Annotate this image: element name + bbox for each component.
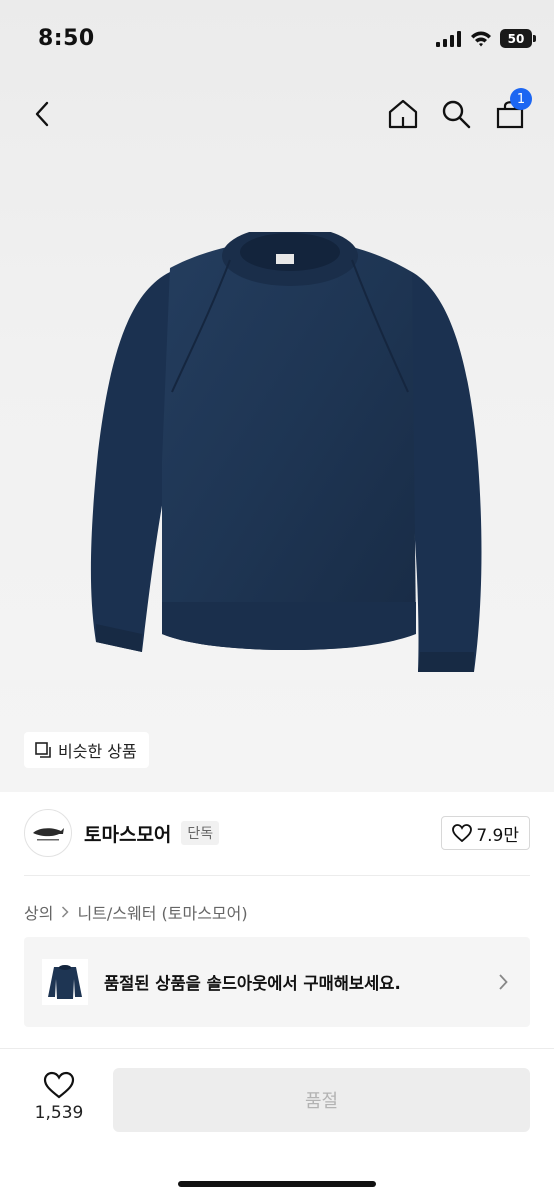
brand-logo[interactable] [24, 809, 72, 857]
soldout-thumbnail [42, 959, 88, 1005]
home-icon [388, 99, 418, 129]
search-button[interactable] [434, 92, 478, 136]
wishlist-count: 1,539 [34, 1103, 84, 1123]
product-image[interactable] [90, 232, 490, 692]
battery-icon: 50 [500, 29, 536, 48]
wifi-icon [471, 31, 491, 46]
chevron-right-icon [499, 974, 508, 990]
breadcrumb: 상의 니트/스웨터 (토마스모어) [24, 900, 248, 924]
home-button[interactable] [381, 92, 425, 136]
breadcrumb-category[interactable]: 상의 [24, 900, 53, 924]
exclusive-badge: 단독 [181, 821, 220, 845]
brand-name[interactable]: 토마스모어 [84, 820, 171, 847]
chevron-left-icon [35, 101, 49, 127]
signal-icon [436, 30, 461, 47]
status-time: 8:50 [38, 26, 95, 51]
search-icon [442, 100, 471, 129]
soldout-banner-text: 품절된 상품을 솔드아웃에서 구매해보세요. [104, 974, 401, 993]
brand-like-button[interactable]: 7.9만 [441, 816, 530, 850]
brand-row: 토마스모어 단독 7.9만 [24, 808, 530, 858]
top-nav: 1 [0, 86, 554, 142]
whale-logo-icon [33, 828, 64, 841]
wishlist-button[interactable]: 1,539 [24, 1071, 94, 1135]
cart-count-badge: 1 [510, 88, 532, 110]
soldout-buy-button[interactable]: 품절 [113, 1068, 530, 1132]
divider [24, 875, 530, 876]
cart-button[interactable]: 1 [488, 88, 532, 136]
status-bar: 8:50 50 [0, 0, 554, 80]
breadcrumb-subcategory[interactable]: 니트/스웨터 (토마스모어) [77, 900, 247, 924]
similar-products-label: 비슷한 상품 [58, 742, 137, 761]
home-indicator [178, 1181, 376, 1187]
chevron-right-icon [62, 906, 70, 918]
status-indicators: 50 [436, 29, 536, 48]
back-button[interactable] [20, 92, 64, 136]
similar-products-button[interactable]: 비슷한 상품 [24, 732, 149, 768]
battery-level: 50 [507, 31, 525, 46]
bottom-action-bar: 1,539 품절 [0, 1048, 554, 1200]
brand-like-count: 7.9만 [476, 825, 519, 846]
heart-icon [452, 824, 473, 842]
heart-icon [43, 1071, 75, 1099]
soldout-banner[interactable]: 품절된 상품을 솔드아웃에서 구매해보세요. [24, 937, 530, 1027]
similar-icon [35, 742, 51, 758]
